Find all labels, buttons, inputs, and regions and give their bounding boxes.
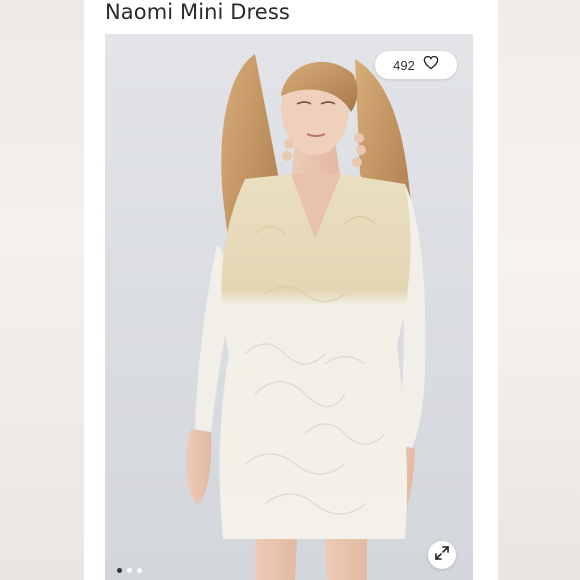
background-blur-right: [498, 0, 580, 580]
expand-arrows-icon: [435, 545, 449, 565]
heart-outline-icon: [423, 55, 439, 75]
listing-card: Naomi Mini Dress 492: [84, 0, 498, 580]
carousel-dot[interactable]: [127, 568, 132, 573]
like-button[interactable]: 492: [375, 51, 457, 79]
carousel-indicators: [117, 568, 142, 573]
carousel-dot-active[interactable]: [117, 568, 122, 573]
expand-image-button[interactable]: [428, 541, 456, 569]
background-blur-left: [0, 0, 84, 580]
product-image: [105, 34, 473, 580]
like-count: 492: [393, 57, 415, 73]
carousel-dot[interactable]: [137, 568, 142, 573]
product-photo[interactable]: 492: [105, 34, 473, 580]
listing-title: Naomi Mini Dress: [105, 0, 290, 24]
